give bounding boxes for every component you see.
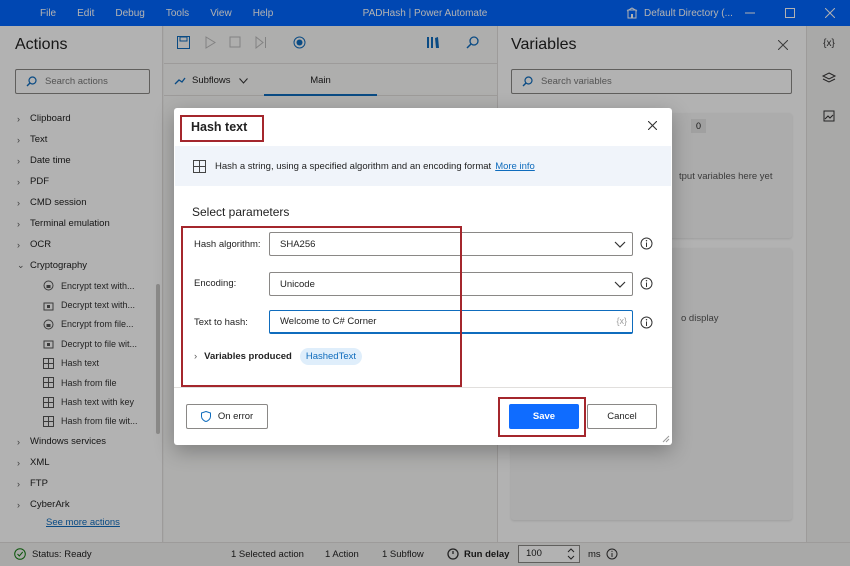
hash-text-dialog: Hash text Hash a string, using a specifi… bbox=[174, 108, 672, 445]
dialog-description-banner: Hash a string, using a specified algorit… bbox=[175, 146, 671, 186]
dialog-footer-divider bbox=[174, 387, 672, 388]
encoding-select[interactable]: Unicode bbox=[269, 272, 633, 296]
chevron-down-icon bbox=[614, 281, 626, 288]
variables-produced-toggle[interactable]: › Variables produced HashedText bbox=[194, 348, 362, 365]
info-icon[interactable] bbox=[640, 277, 653, 290]
save-button[interactable]: Save bbox=[509, 404, 579, 429]
info-icon[interactable] bbox=[640, 316, 653, 329]
dialog-description: Hash a string, using a specified algorit… bbox=[215, 160, 492, 172]
hash-algorithm-label: Hash algorithm: bbox=[194, 239, 261, 250]
cancel-button[interactable]: Cancel bbox=[587, 404, 657, 429]
info-icon[interactable] bbox=[640, 237, 653, 250]
hash-algorithm-select[interactable]: SHA256 bbox=[269, 232, 633, 256]
close-dialog-icon[interactable] bbox=[648, 121, 657, 130]
text-to-hash-input[interactable]: Welcome to C# Corner {x} bbox=[269, 310, 633, 334]
encoding-label: Encoding: bbox=[194, 278, 237, 289]
shield-icon bbox=[200, 411, 211, 422]
text-to-hash-value: Welcome to C# Corner bbox=[280, 316, 377, 327]
more-info-link[interactable]: More info bbox=[495, 161, 535, 172]
text-to-hash-label: Text to hash: bbox=[194, 317, 248, 328]
insert-variable-icon[interactable]: {x} bbox=[616, 316, 627, 326]
resize-grip-icon[interactable] bbox=[662, 435, 670, 443]
variables-produced-label: Variables produced bbox=[204, 351, 292, 362]
on-error-label: On error bbox=[217, 411, 254, 422]
on-error-button[interactable]: On error bbox=[186, 404, 268, 429]
hash-grid-icon bbox=[193, 159, 206, 173]
chevron-down-icon bbox=[614, 241, 626, 248]
variable-pill[interactable]: HashedText bbox=[299, 348, 362, 365]
encoding-value: Unicode bbox=[280, 278, 315, 290]
chevron-right-icon: › bbox=[194, 351, 198, 362]
hash-algorithm-value: SHA256 bbox=[280, 238, 316, 250]
dialog-title: Hash text bbox=[191, 120, 248, 134]
section-heading: Select parameters bbox=[192, 205, 290, 219]
